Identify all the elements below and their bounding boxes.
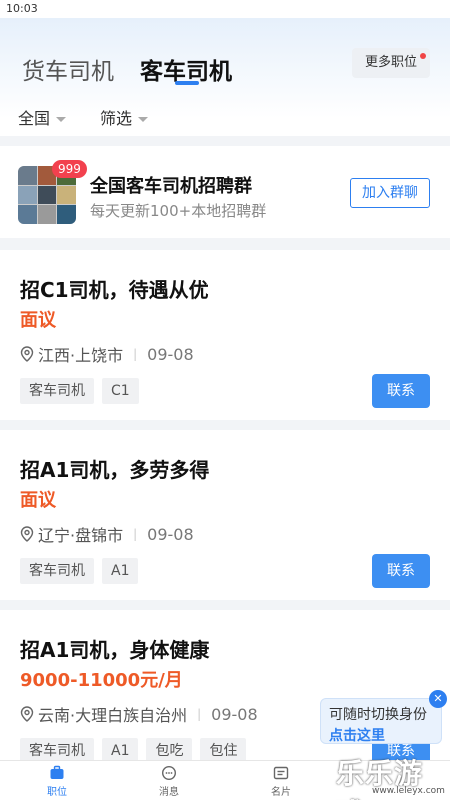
notification-dot: [420, 53, 426, 59]
tab-truck-driver[interactable]: 货车司机: [22, 52, 114, 86]
job-title: 招A1司机，多劳多得: [20, 458, 210, 482]
job-date: 09-08: [147, 524, 194, 544]
more-jobs-button[interactable]: 更多职位: [352, 48, 430, 78]
card-icon: [273, 766, 289, 780]
briefcase-icon: [50, 765, 64, 779]
job-location: 辽宁·盘锦市: [38, 526, 124, 545]
job-tag: C1: [102, 378, 139, 404]
job-tag: A1: [102, 558, 139, 584]
caret-down-icon: [138, 117, 149, 122]
nav-item-messages[interactable]: 消息: [139, 765, 199, 798]
recruit-group-card[interactable]: 999 全国客车司机招聘群 每天更新100+本地招聘群 加入群聊: [0, 146, 450, 238]
region-filter-label: 全国: [18, 109, 51, 128]
watermark-url: www.leleyx.com: [372, 786, 445, 796]
divider: |: [133, 527, 138, 541]
job-salary: 面议: [20, 490, 56, 511]
job-salary: 9000-11000元/月: [20, 670, 183, 691]
tab-indicator: [175, 81, 199, 85]
job-date: 09-08: [147, 344, 194, 364]
divider: |: [133, 347, 138, 361]
close-icon[interactable]: ✕: [429, 690, 447, 708]
header: 货车司机 客车司机 更多职位 全国 筛选: [0, 18, 450, 136]
job-meta: 江西·上饶市 | 09-08: [20, 342, 194, 366]
group-title: 全国客车司机招聘群: [90, 176, 252, 197]
switch-tip-line2: 点击这里: [329, 728, 385, 744]
job-meta: 辽宁·盘锦市 | 09-08: [20, 522, 194, 546]
chat-icon: [161, 765, 177, 781]
job-title: 招C1司机，待遇从优: [20, 278, 209, 302]
job-tag: 客车司机: [20, 558, 94, 584]
nav-item-jobs[interactable]: 职位: [27, 765, 87, 798]
job-tag: 客车司机: [20, 378, 94, 404]
location-pin-icon: [20, 526, 34, 542]
status-time: 10:03: [6, 2, 38, 15]
nav-label: 名片: [271, 787, 291, 798]
contact-button[interactable]: 联系: [372, 554, 430, 588]
switch-tip-line1: 可随时切换身份: [329, 707, 427, 723]
divider: |: [197, 707, 202, 721]
nav-item-card[interactable]: 名片: [251, 765, 311, 798]
join-group-button[interactable]: 加入群聊: [350, 178, 430, 208]
screen-filter[interactable]: 筛选: [100, 105, 149, 129]
job-tags: 客车司机 A1: [20, 558, 146, 584]
group-count-badge: 999: [52, 160, 87, 178]
screen-filter-label: 筛选: [100, 109, 133, 128]
contact-button[interactable]: 联系: [372, 374, 430, 408]
job-location: 江西·上饶市: [38, 346, 124, 365]
job-meta: 云南·大理白族自治州 | 09-08: [20, 702, 258, 726]
region-filter[interactable]: 全国: [18, 105, 67, 129]
job-date: 09-08: [211, 704, 258, 724]
job-title: 招A1司机，身体健康: [20, 638, 210, 662]
status-bar: 10:03: [0, 0, 450, 18]
location-pin-icon: [20, 706, 34, 722]
nav-label: 消息: [159, 787, 179, 798]
caret-down-icon: [56, 117, 67, 122]
nav-label: 职位: [47, 787, 67, 798]
group-subtitle: 每天更新100+本地招聘群: [90, 202, 267, 220]
switch-identity-tip[interactable]: 可随时切换身份 点击这里 ✕: [320, 690, 447, 744]
job-location: 云南·大理白族自治州: [38, 706, 188, 725]
more-jobs-label: 更多职位: [364, 55, 417, 70]
location-pin-icon: [20, 346, 34, 362]
job-tags: 客车司机 C1: [20, 378, 147, 404]
job-card[interactable]: 招C1司机，待遇从优 面议 江西·上饶市 | 09-08 客车司机 C1 联系: [0, 250, 450, 420]
job-card[interactable]: 招A1司机，多劳多得 面议 辽宁·盘锦市 | 09-08 客车司机 A1 联系: [0, 430, 450, 600]
job-salary: 面议: [20, 310, 56, 331]
